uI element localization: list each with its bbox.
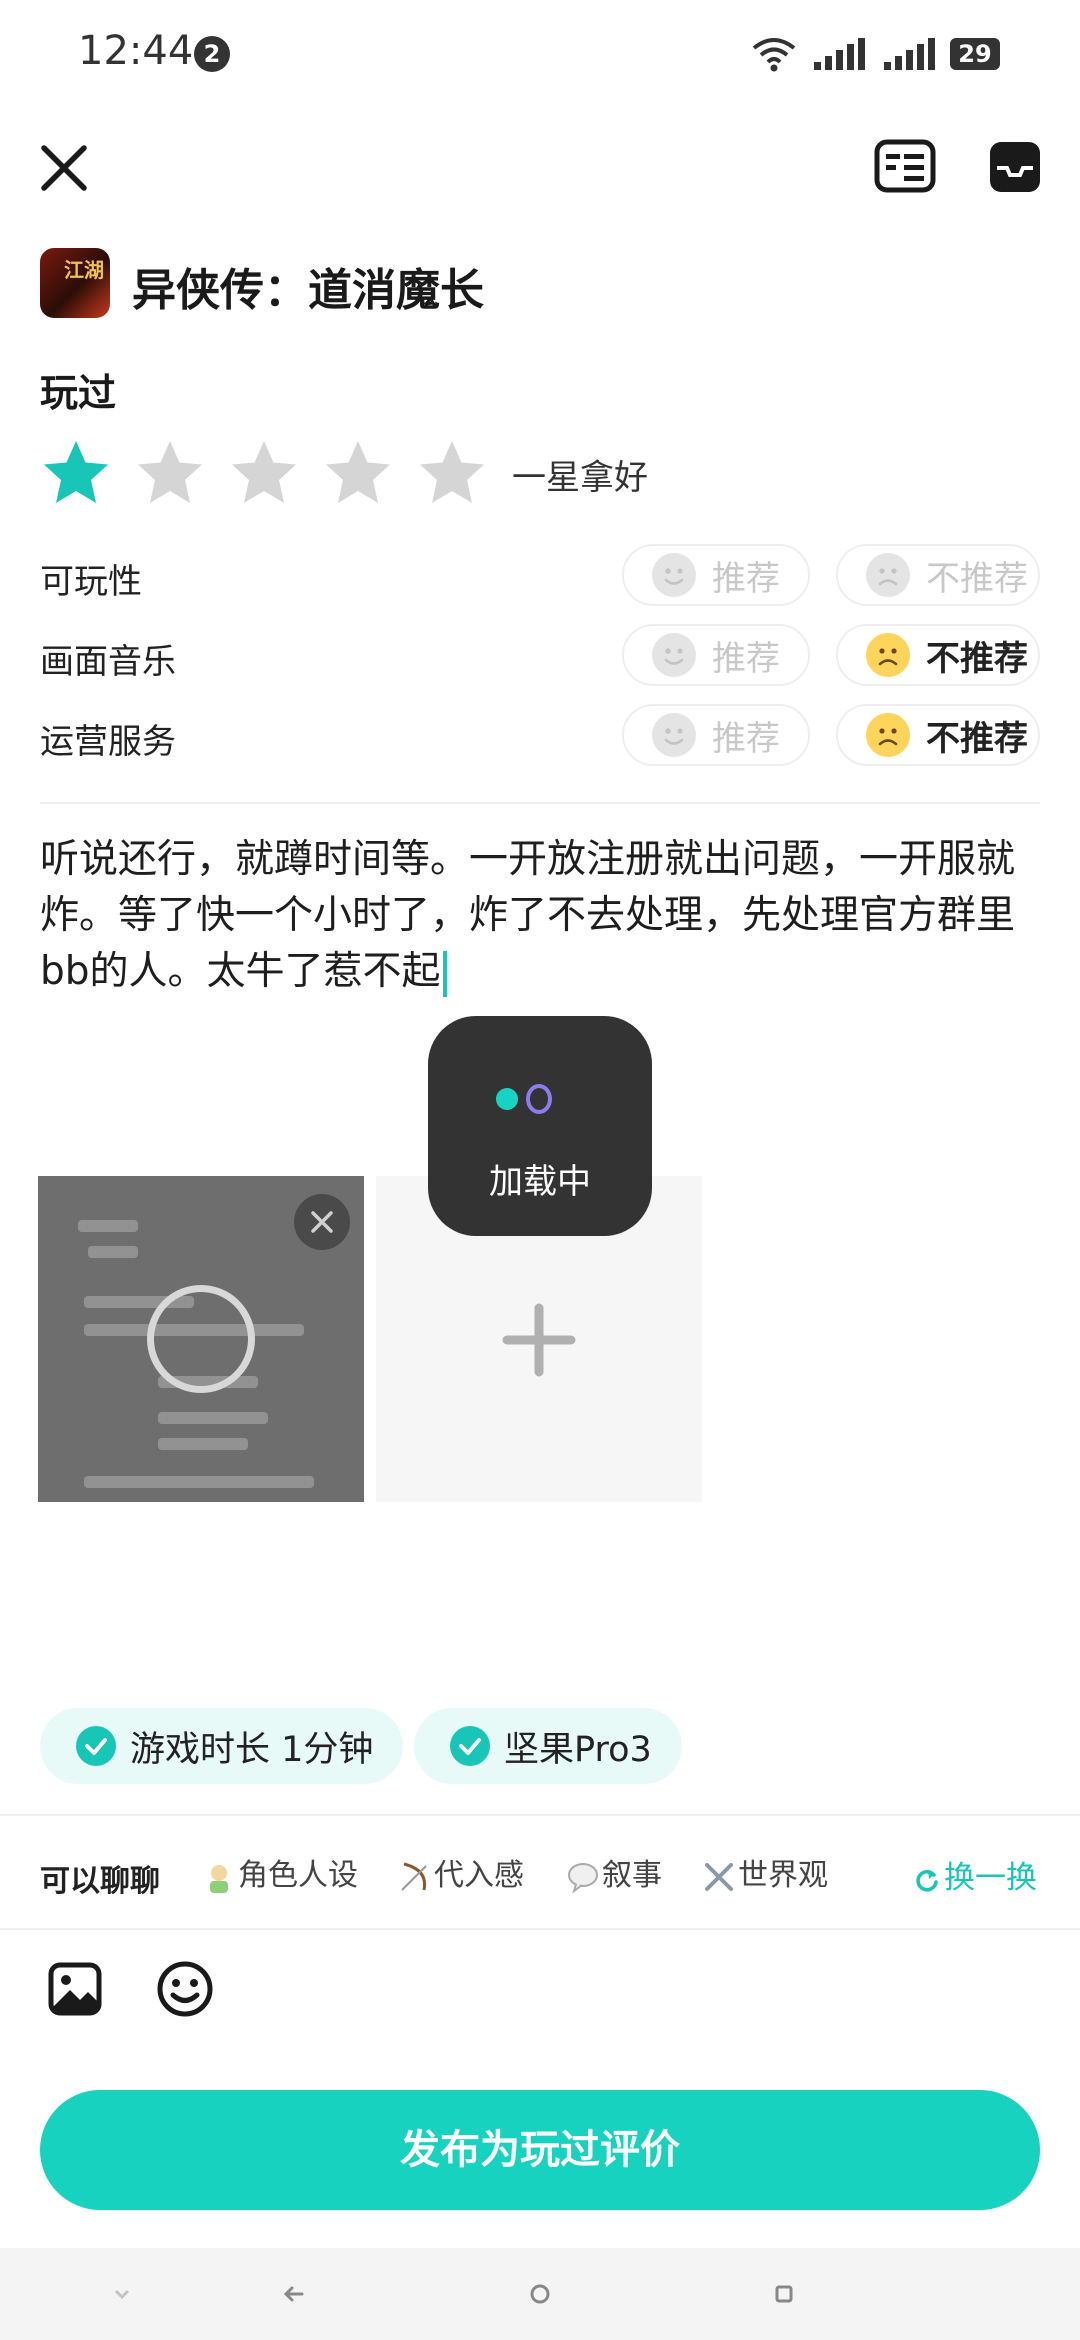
bow-emoji-icon [401,1862,427,1891]
topic-narrative[interactable]: 叙事 [566,1850,662,1894]
chat-topics-bar: 可以聊聊 角色人设 代入感 叙事 世界观 换一换 [0,1814,1080,1930]
game-title: 异侠传：道消魔长 [132,265,484,316]
star-icon[interactable] [134,437,206,509]
played-status-label: 玩过 [40,371,117,415]
home-circle-icon[interactable] [518,2272,562,2316]
check-icon [76,1726,116,1766]
device-tag-label: 坚果Pro3 [504,1729,652,1770]
topic-worldview[interactable]: 世界观 [702,1850,828,1894]
not-recommend-label: 不推荐 [926,638,1028,679]
aspect-row-playability: 可玩性 推荐 不推荐 [40,544,1040,608]
topic-character[interactable]: 角色人设 [202,1850,358,1894]
loading-toast: 加载中 [428,1016,652,1236]
check-icon [450,1726,490,1766]
review-rules-icon[interactable] [874,138,936,194]
loading-dot-icon [496,1088,518,1110]
emoji-picker-icon[interactable] [156,1960,214,2018]
aspect-row-operation-service: 运营服务 推荐 不推荐 [40,704,1040,768]
recommend-label: 推荐 [712,718,780,759]
system-navigation-bar [0,2248,1080,2340]
not-recommend-button[interactable]: 不推荐 [836,704,1040,766]
frown-face-icon [866,553,910,597]
recommend-label: 推荐 [712,558,780,599]
not-recommend-button[interactable]: 不推荐 [836,544,1040,606]
recommend-button[interactable]: 推荐 [622,624,810,686]
star-icon[interactable] [40,437,112,509]
image-picker-icon[interactable] [48,1962,102,2016]
recommend-button[interactable]: 推荐 [622,704,810,766]
playtime-tag-label: 游戏时长 1分钟 [130,1729,374,1770]
close-icon [311,1211,333,1233]
upload-progress-spinner [147,1285,255,1393]
smile-face-icon [652,633,696,677]
frown-face-icon [866,713,910,757]
speech-bubble-emoji-icon [568,1862,598,1894]
signal-strength-icon-sim2 [884,38,935,70]
battery-indicator: 29 [950,38,1000,70]
back-arrow-icon[interactable] [272,2272,316,2316]
recommend-button[interactable]: 推荐 [622,544,810,606]
aspect-label: 可玩性 [40,562,142,602]
smile-face-icon [652,713,696,757]
aspect-row-graphics-music: 画面音乐 推荐 不推荐 [40,624,1040,688]
status-time: 12:44 [78,28,194,74]
notification-count-badge: 2 [194,36,230,72]
playtime-tag[interactable]: 游戏时长 1分钟 [40,1708,404,1784]
recent-apps-icon[interactable] [762,2272,806,2316]
chevron-down-icon[interactable] [100,2272,144,2316]
aspect-label: 画面音乐 [40,642,176,682]
publish-review-button[interactable]: 发布为玩过评价 [40,2090,1040,2210]
star-icon[interactable] [322,437,394,509]
loading-text: 加载中 [489,1162,591,1202]
uploading-image-thumbnail[interactable] [38,1176,364,1502]
star-rating[interactable] [40,436,510,510]
review-text: 听说还行，就蹲时间等。一开放注册就出问题，一开服就炸。等了快一个小时了，炸了不去… [40,837,1016,994]
divider [40,802,1040,804]
crossed-swords-emoji-icon [705,1862,733,1891]
game-icon: 江湖 [40,248,110,318]
not-recommend-label: 不推荐 [926,718,1028,759]
aspect-label: 运营服务 [40,722,176,762]
loading-ring-icon [526,1084,552,1114]
chat-topics-title: 可以聊聊 [40,1864,160,1899]
star-icon[interactable] [228,437,300,509]
device-tag[interactable]: 坚果Pro3 [414,1708,682,1784]
character-emoji-icon [210,1864,228,1893]
not-recommend-button[interactable]: 不推荐 [836,624,1040,686]
wifi-icon [752,38,796,72]
remove-image-button[interactable] [294,1194,350,1250]
topic-immersion[interactable]: 代入感 [398,1850,524,1894]
signal-strength-icon [814,38,865,70]
review-text-input[interactable]: 听说还行，就蹲时间等。一开放注册就出问题，一开服就炸。等了快一个小时了，炸了不去… [40,832,1050,1000]
smile-face-icon [652,553,696,597]
not-recommend-label: 不推荐 [926,558,1028,599]
frown-face-icon [866,633,910,677]
star-rating-caption: 一星拿好 [512,458,648,498]
refresh-icon [916,1869,938,1891]
game-icon-lettering: 江湖 [64,258,104,282]
recommend-label: 推荐 [712,638,780,679]
status-bar: 12:44 2 29 [0,0,1080,110]
close-icon[interactable] [36,140,92,196]
swap-topics-button[interactable]: 换一换 [914,1852,1037,1897]
text-cursor [442,950,447,997]
draft-box-icon[interactable] [988,140,1042,194]
star-icon[interactable] [416,437,488,509]
